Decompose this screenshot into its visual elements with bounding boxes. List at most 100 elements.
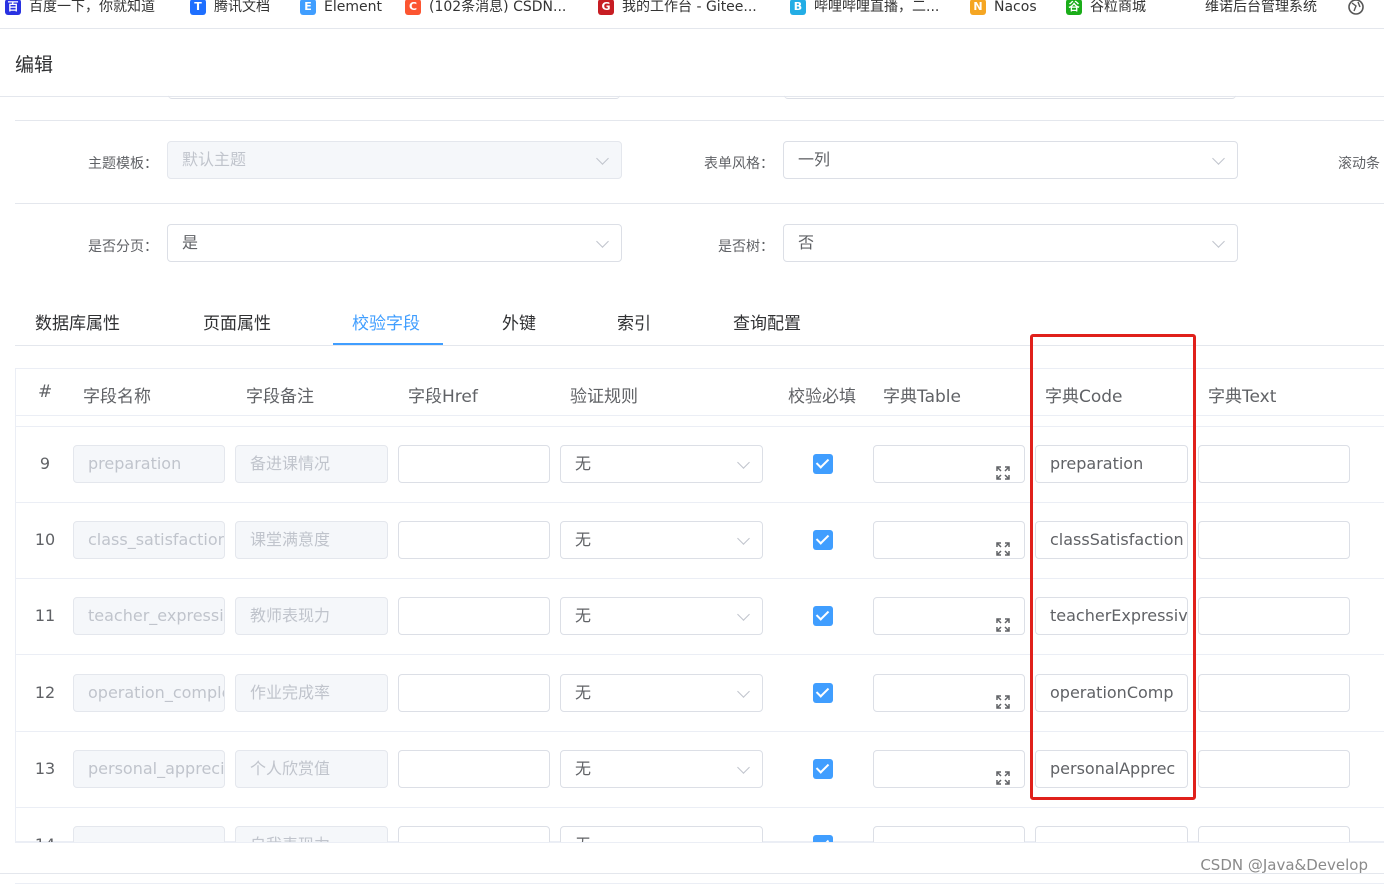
dict-text-input[interactable] (1198, 750, 1350, 788)
field-name-input: operation_completion (73, 674, 225, 712)
dict-table-input[interactable] (873, 674, 1025, 712)
tab-query-config[interactable]: 查询配置 (733, 309, 801, 334)
dict-text-input[interactable] (1198, 674, 1350, 712)
clipped-field-2 (784, 80, 1236, 99)
header-field-name: 字段名称 (83, 387, 151, 407)
field-comment-input: 教师表现力 (235, 597, 388, 635)
fullscreen-icon[interactable] (996, 686, 1010, 709)
tree-select[interactable]: 否 (783, 224, 1238, 262)
header-dict-table: 字典Table (883, 387, 961, 407)
header-required: 校验必填 (788, 387, 856, 407)
bookmark-label: 腾讯文档 (214, 0, 270, 15)
row-divider (15, 807, 1384, 808)
dict-table-input[interactable] (873, 445, 1025, 483)
bookmark-weinuo-admin[interactable]: 维诺后台管理系统 (1205, 0, 1317, 14)
required-checkbox[interactable] (813, 606, 833, 626)
chevron-down-icon (737, 685, 750, 698)
bookmark-baidu[interactable]: 百百度一下，你就知道 (5, 0, 155, 15)
fullscreen-icon[interactable] (996, 609, 1010, 632)
row-divider (15, 203, 1384, 204)
bookmark-element[interactable]: E Element (300, 0, 382, 15)
tree-value: 否 (798, 233, 815, 252)
field-name-input: teacher_expression (73, 597, 225, 635)
field-comment-input: 个人欣赏值 (235, 750, 388, 788)
header-validation-rule: 验证规则 (570, 387, 638, 407)
fullscreen-icon[interactable] (996, 457, 1010, 480)
bookmark-csdn[interactable]: C (102条消息) CSDN... (405, 0, 567, 15)
guli-mall-icon: 谷 (1066, 0, 1082, 15)
clipped-field-1 (168, 80, 620, 99)
field-href-input[interactable] (398, 521, 550, 559)
active-tab-indicator (333, 343, 443, 345)
paging-label: 是否分页： (88, 239, 158, 255)
field-name-input: class_satisfaction (73, 521, 225, 559)
bottom-divider (0, 873, 1384, 874)
bookmark-label: 谷粒商城 (1090, 0, 1146, 15)
required-checkbox[interactable] (813, 759, 833, 779)
validation-rule-value: 无 (575, 530, 592, 549)
bookmark-tencent-docs[interactable]: T 腾讯文档 (190, 0, 270, 15)
dict-table-input[interactable] (873, 597, 1025, 635)
style-select[interactable]: 一列 (783, 141, 1238, 179)
dict-text-input[interactable] (1198, 445, 1350, 483)
fullscreen-icon[interactable] (996, 533, 1010, 556)
theme-value: 默认主题 (182, 150, 247, 169)
field-comment-input: 备进课情况 (235, 445, 388, 483)
tree-label: 是否树： (718, 239, 774, 255)
validation-rule-select[interactable]: 无 (560, 521, 763, 559)
bookmark-label: (102条消息) CSDN... (429, 0, 567, 15)
globe-icon[interactable] (1348, 0, 1364, 15)
field-href-input[interactable] (398, 597, 550, 635)
highlight-box (1030, 334, 1196, 800)
tab-indexes[interactable]: 索引 (617, 309, 651, 334)
dict-text-input[interactable] (1198, 521, 1350, 559)
nacos-icon: N (970, 0, 986, 15)
bilibili-icon: B (790, 0, 806, 15)
field-href-input[interactable] (398, 674, 550, 712)
bookmark-label: 哔哩哔哩直播，二... (814, 0, 940, 15)
bookmarks-bar: 百百度一下，你就知道 T 腾讯文档 E Element C (102条消息) CSDN...… (0, 0, 1384, 29)
dict-table-input[interactable] (873, 750, 1025, 788)
table-bottom-border (15, 842, 1384, 843)
baidu-icon: 百 (5, 0, 21, 15)
element-icon: E (300, 0, 316, 15)
bookmark-nacos[interactable]: N Nacos (970, 0, 1037, 15)
field-href-input[interactable] (398, 445, 550, 483)
csdn-icon: C (405, 0, 421, 15)
tab-validation-fields[interactable]: 校验字段 (352, 309, 420, 334)
bookmark-bilibili[interactable]: B 哔哩哔哩直播，二... (790, 0, 940, 15)
row-number: 10 (34, 530, 56, 549)
chevron-down-icon (737, 608, 750, 621)
validation-rule-value: 无 (575, 759, 592, 778)
validation-rule-value: 无 (575, 683, 592, 702)
bookmark-guli-mall[interactable]: 谷谷粒商城 (1066, 0, 1146, 15)
bookmark-gitee[interactable]: G 我的工作台 - Gitee... (598, 0, 757, 15)
field-href-input[interactable] (398, 750, 550, 788)
validation-rule-select[interactable]: 无 (560, 674, 763, 712)
required-checkbox[interactable] (813, 530, 833, 550)
field-comment-input: 作业完成率 (235, 674, 388, 712)
gitee-icon: G (598, 0, 614, 15)
style-value: 一列 (798, 150, 831, 169)
row-number: 11 (34, 606, 56, 625)
tab-foreign-keys[interactable]: 外键 (502, 309, 536, 334)
tab-database-attributes[interactable]: 数据库属性 (35, 309, 120, 334)
validation-rule-select[interactable]: 无 (560, 445, 763, 483)
style-label: 表单风格： (704, 156, 774, 172)
dict-text-input[interactable] (1198, 597, 1350, 635)
bookmark-label: 我的工作台 - Gitee... (622, 0, 757, 15)
tencent-docs-icon: T (190, 0, 206, 15)
table-clip-mask (0, 842, 1384, 873)
required-checkbox[interactable] (813, 683, 833, 703)
validation-rule-select[interactable]: 无 (560, 597, 763, 635)
validation-rule-select[interactable]: 无 (560, 750, 763, 788)
paging-select[interactable]: 是 (167, 224, 622, 262)
tab-page-attributes[interactable]: 页面属性 (203, 309, 271, 334)
chevron-down-icon (596, 235, 609, 248)
required-checkbox[interactable] (813, 454, 833, 474)
dict-table-input[interactable] (873, 521, 1025, 559)
bookmark-label: Nacos (994, 0, 1037, 15)
theme-select[interactable]: 默认主题 (167, 141, 622, 179)
fullscreen-icon[interactable] (996, 762, 1010, 785)
validation-rule-value: 无 (575, 454, 592, 473)
